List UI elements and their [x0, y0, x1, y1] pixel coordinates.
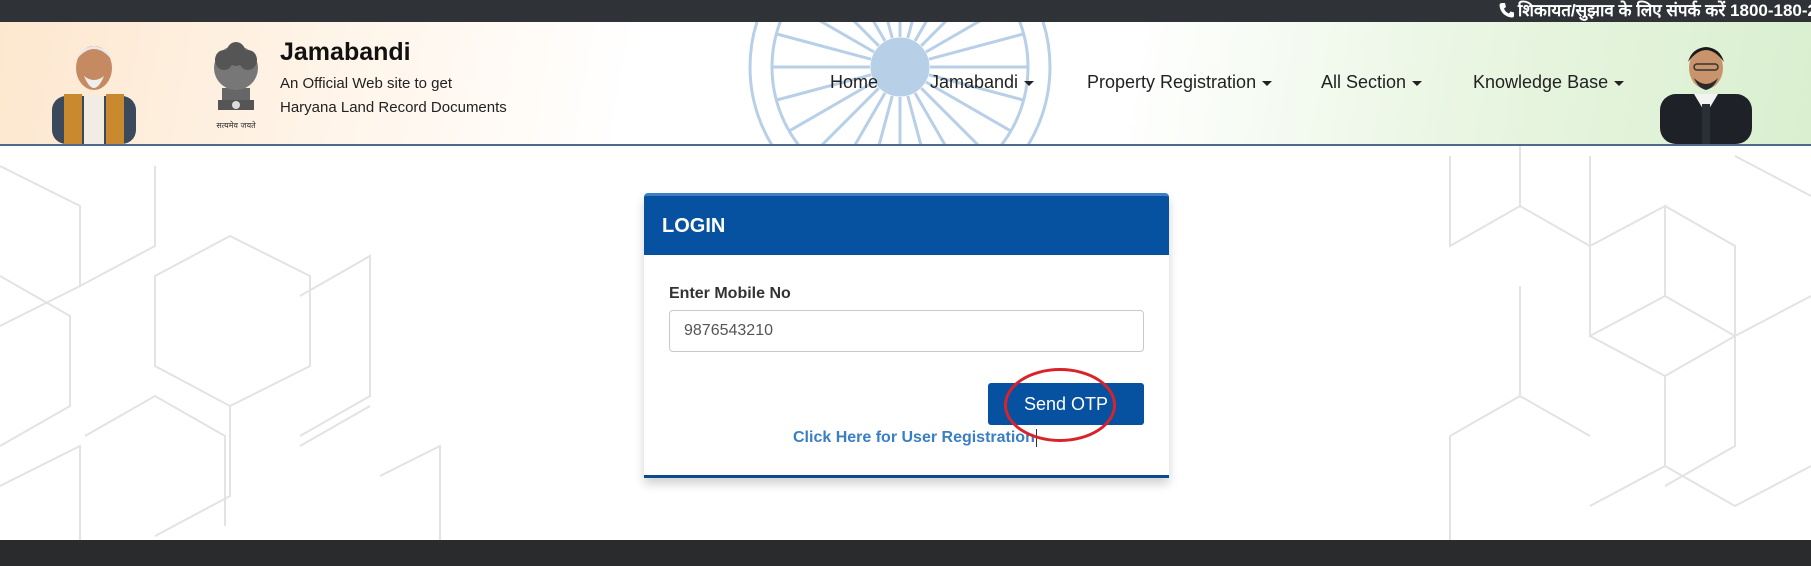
deputy-chief-minister-photo	[1660, 47, 1752, 144]
helpline-label: शिकायत/सुझाव के लिए संपर्क करें 1800-180…	[1517, 1, 1811, 20]
site-title[interactable]: Jamabandi	[280, 38, 411, 67]
chakra-spoke	[920, 87, 980, 144]
chakra-spoke	[820, 87, 880, 144]
nav-item-home[interactable]: Home	[830, 72, 878, 93]
chief-minister-photo	[52, 46, 136, 144]
nav-item-label: Knowledge Base	[1473, 72, 1609, 92]
national-emblem-icon: सत्यमेव जयते	[214, 42, 258, 130]
ashoka-chakra-watermark	[748, 22, 1052, 144]
site-subtitle-line1: An Official Web site to get	[280, 75, 453, 92]
chakra-spoke	[775, 32, 872, 61]
mobile-number-label: Enter Mobile No	[669, 285, 791, 302]
site-subtitle-line2: Haryana Land Record Documents	[280, 99, 507, 116]
nav-item-label: Jamabandi	[930, 72, 1019, 92]
chakra-spoke	[872, 22, 887, 42]
site-header: सत्यमेव जयते Jamabandi An Official Web s…	[0, 22, 1811, 146]
top-bar: शिकायत/सुझाव के लिए संपर्क करें 1800-180…	[0, 0, 1811, 22]
footer-bar	[0, 540, 1811, 566]
nav-item-jamabandi[interactable]: Jamabandi	[930, 72, 1035, 93]
nav-item-all-section[interactable]: All Section	[1321, 72, 1423, 93]
caret-down-icon	[1412, 80, 1423, 86]
helpline-text[interactable]: शिकायत/सुझाव के लिए संपर्क करें 1800-180…	[1499, 0, 1811, 22]
login-card-header: LOGIN	[644, 193, 1169, 255]
user-registration-link-label: Click Here for User Registration	[793, 429, 1035, 447]
site-subtitle: An Official Web site to get Haryana Land…	[280, 72, 540, 120]
nav-item-label: Property Registration	[1087, 72, 1257, 92]
nav-item-knowledge-base[interactable]: Knowledge Base	[1473, 72, 1625, 93]
nav-item-label: Home	[830, 72, 879, 92]
nav-item-label: All Section	[1321, 72, 1407, 92]
emblem-motto: सत्यमेव जयते	[216, 120, 256, 130]
mobile-number-input[interactable]	[669, 310, 1144, 352]
red-highlight-circle	[1004, 368, 1116, 442]
login-title: LOGIN	[662, 215, 726, 237]
caret-down-icon	[1262, 80, 1273, 86]
caret-down-icon	[1614, 80, 1625, 86]
chakra-spoke	[913, 22, 928, 42]
nav-item-property-registration[interactable]: Property Registration	[1087, 72, 1273, 93]
user-registration-link[interactable]: Click Here for User Registration	[793, 429, 1037, 447]
caret-down-icon	[1024, 80, 1035, 86]
chakra-spoke	[928, 32, 1025, 61]
phone-icon	[1499, 3, 1514, 18]
